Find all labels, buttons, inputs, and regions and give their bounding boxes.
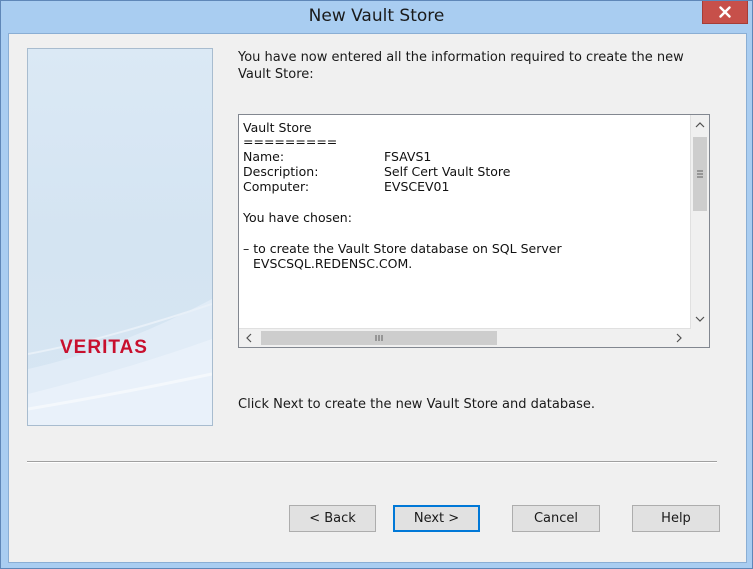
footer-instruction: Click Next to create the new Vault Store… [238,397,595,412]
horizontal-scrollbar[interactable] [239,328,691,347]
title-bar[interactable]: New Vault Store [1,1,752,33]
field-value-description: Self Cert Vault Store [384,164,511,179]
scroll-right-button[interactable] [671,330,687,346]
choice-line-2: EVSCSQL.REDENSC.COM. [253,256,413,271]
next-button[interactable]: Next > [393,505,480,532]
field-label-computer: Computer: [243,179,310,194]
cancel-button[interactable]: Cancel [512,505,600,532]
back-button[interactable]: < Back [289,505,376,532]
field-label-name: Name: [243,149,285,164]
scroll-up-button[interactable] [692,117,708,133]
left-arrow-icon [246,333,252,343]
summary-underline: ========= [243,134,338,149]
window-title: New Vault Store [308,6,445,26]
wizard-side-panel: VERITAS [27,48,213,426]
scroll-corner [691,329,709,347]
summary-textbox[interactable]: Vault Store ========= Name: FSAVS1 Descr… [238,114,710,348]
scroll-down-button[interactable] [692,311,708,327]
choice-line-1: – to create the Vault Store database on … [243,241,562,256]
field-label-description: Description: [243,164,319,179]
down-arrow-icon [695,316,705,322]
button-divider [27,461,717,463]
grip-icon [697,170,703,178]
field-value-name: FSAVS1 [384,149,432,164]
close-button[interactable] [702,1,748,24]
right-arrow-icon [676,333,682,343]
grip-icon [375,335,383,341]
up-arrow-icon [695,122,705,128]
summary-content: Vault Store ========= Name: FSAVS1 Descr… [239,115,685,321]
chosen-label: You have chosen: [243,210,352,225]
intro-text: You have now entered all the information… [238,50,684,82]
vertical-scrollbar[interactable] [690,115,709,329]
close-icon [719,6,731,18]
vertical-scroll-thumb[interactable] [693,137,707,211]
help-button[interactable]: Help [632,505,720,532]
decorative-waves [28,299,212,425]
veritas-logo: VERITAS [60,337,148,358]
field-value-computer: EVSCEV01 [384,179,450,194]
horizontal-scroll-thumb[interactable] [261,331,497,345]
scroll-left-button[interactable] [241,330,257,346]
